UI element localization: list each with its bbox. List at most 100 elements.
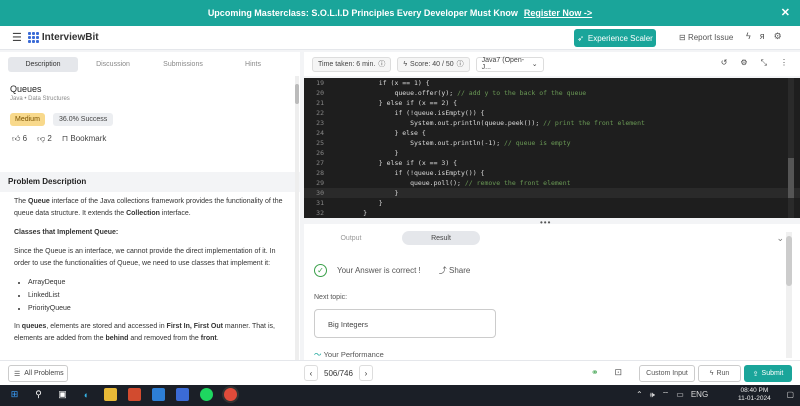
tab-hints[interactable]: Hints — [218, 57, 288, 72]
bottom-icons: ⚭ ⊡ — [591, 367, 622, 378]
dislike-button[interactable]: 👎︎ 2 — [37, 134, 52, 144]
description-scrollbar[interactable] — [295, 76, 299, 360]
performance-section: 〜 Your Performance — [314, 349, 384, 360]
edge-icon[interactable]: ◐ — [80, 388, 93, 401]
line-number: 28 — [316, 169, 324, 177]
wifi-icon[interactable]: ⌔ — [662, 390, 670, 400]
spotify-icon[interactable] — [200, 388, 213, 401]
taskbar-clock[interactable]: 08:40 PM 11-01-2024 — [738, 387, 771, 403]
performance-label: Your Performance — [323, 350, 384, 359]
register-now-link[interactable]: Register Now -> — [524, 8, 592, 18]
tab-description[interactable]: Description — [8, 56, 78, 72]
link-icon[interactable]: ⚭ — [591, 367, 599, 378]
app-icon[interactable] — [128, 388, 141, 401]
run-label: Run — [716, 370, 730, 377]
line-number: 25 — [316, 139, 324, 147]
brand-name: InterviewBit — [41, 32, 99, 43]
code-text: if (x == 1) { — [331, 79, 430, 87]
submit-button[interactable]: ⇪ Submit — [744, 365, 792, 382]
lightning-icon[interactable]: ϟ — [746, 31, 751, 42]
code-editor[interactable]: 19 if (x == 1) {20 queue.offer(y); // ad… — [304, 78, 800, 218]
settings-icon[interactable]: ⚙ — [774, 31, 782, 42]
editor-tool-icons: ↺ ⚙ ⤡ ⋮ — [721, 58, 788, 68]
file-explorer-icon[interactable] — [104, 388, 117, 401]
banner-close-icon[interactable]: ✕ — [781, 6, 790, 19]
tray-chevron-icon[interactable]: ⌃ — [636, 390, 643, 400]
language-indicator[interactable]: ENG — [691, 390, 708, 400]
result-scrollbar[interactable] — [786, 232, 792, 358]
code-comment: // queue is empty — [504, 139, 571, 147]
next-problem-button[interactable]: › — [358, 365, 373, 381]
problem-tags: Java • Data Structures — [10, 96, 70, 102]
code-text: } — [331, 209, 368, 217]
speaker-icon[interactable]: 🕪 — [650, 390, 655, 400]
battery-icon[interactable]: ▭ — [676, 390, 684, 400]
menu-icon[interactable]: ☰ — [12, 31, 22, 44]
code-line: 25 System.out.println(-1); // queue is e… — [304, 138, 800, 148]
code-text: } else { — [331, 129, 426, 137]
expand-icon[interactable]: ⤡ — [761, 58, 767, 68]
collapse-chevron-icon[interactable]: ⌄ — [776, 233, 784, 244]
share-button[interactable]: ⤴ Share — [439, 265, 471, 276]
tab-discussion[interactable]: Discussion — [78, 57, 148, 72]
code-line: 29 queue.poll(); // remove the front ele… — [304, 178, 800, 188]
code-text: System.out.println(queue.peek()); — [331, 119, 544, 127]
code-scrollbar[interactable] — [788, 78, 794, 218]
problem-index: 506/746 — [324, 368, 353, 378]
code-line: 22 if (!queue.isEmpty()) { — [304, 108, 800, 118]
top-navigation: ☰ InterviewBit ➶ Experience Scaler ⊟ Rep… — [0, 26, 800, 50]
notification-icon[interactable]: ▢ — [786, 390, 794, 399]
bolt-icon: ϟ — [403, 60, 408, 68]
code-line: 28 if (!queue.isEmpty()) { — [304, 168, 800, 178]
line-number: 22 — [316, 109, 324, 117]
time-taken: Time taken: 6 min. ⓘ — [312, 56, 392, 72]
next-topic-card[interactable]: Big Integers — [314, 309, 496, 338]
code-line: 19 if (x == 1) { — [304, 78, 800, 88]
implementing-classes-list: ArrayDeque LinkedList PriorityQueue — [28, 277, 284, 315]
info-icon[interactable]: ⓘ — [378, 59, 385, 69]
dislike-count: 2 — [47, 134, 52, 143]
user-icon[interactable]: ᴙ — [760, 31, 765, 42]
tab-submissions[interactable]: Submissions — [148, 57, 218, 72]
store-icon[interactable] — [152, 388, 165, 401]
code-line: 20 queue.offer(y); // add y to the back … — [304, 88, 800, 98]
line-number: 19 — [316, 79, 324, 87]
masterclass-banner: Upcoming Masterclass: S.O.L.I.D Principl… — [0, 0, 800, 26]
custom-input-button[interactable]: Custom Input — [639, 365, 695, 382]
result-message: Your Answer is correct ! — [337, 266, 421, 275]
mail-icon[interactable] — [176, 388, 189, 401]
line-number: 31 — [316, 199, 324, 207]
bookmark-button[interactable]: ⊓ Bookmark — [62, 134, 107, 144]
problem-panel: Queues Java • Data Structures Medium 36.… — [0, 76, 300, 360]
report-issue-button[interactable]: ⊟ Report Issue — [679, 33, 733, 42]
like-button[interactable]: 👍︎ 6 — [12, 134, 27, 144]
previous-problem-button[interactable]: ‹ — [304, 365, 318, 381]
run-button[interactable]: ϟ Run — [698, 365, 741, 382]
taskbar: ⊞ ⚲ ▣ ◐ ⌃ 🕪 ⌔ ▭ ENG 08:40 PM 11-01-2024 … — [0, 385, 800, 406]
all-problems-button[interactable]: ☰ All Problems — [8, 365, 68, 382]
score-info-icon[interactable]: ⓘ — [457, 59, 464, 69]
language-value: Java7 (Open-J... — [481, 57, 525, 71]
brand-logo[interactable]: InterviewBit — [27, 32, 99, 43]
experience-scaler-button[interactable]: ➶ Experience Scaler — [574, 29, 656, 47]
more-icon[interactable]: ⋮ — [780, 58, 788, 68]
line-number: 29 — [316, 179, 324, 187]
code-comment: // remove the front element — [464, 179, 571, 187]
windows-start-icon[interactable]: ⊞ — [8, 388, 21, 401]
search-icon[interactable]: ⚲ — [32, 388, 45, 401]
tab-output[interactable]: Output — [312, 231, 390, 245]
language-select[interactable]: Java7 (Open-J... ⌄ — [475, 56, 544, 72]
code-comment: // print the front element — [543, 119, 645, 127]
reset-icon[interactable]: ↺ — [721, 58, 728, 68]
line-number: 21 — [316, 99, 324, 107]
tab-result[interactable]: Result — [402, 231, 480, 245]
chrome-icon[interactable] — [224, 388, 237, 401]
score-text: Score: 40 / 50 — [410, 60, 454, 68]
editor-settings-icon[interactable]: ⚙ — [740, 58, 747, 68]
console-icon[interactable]: ⊡ — [615, 367, 623, 378]
list-item: LinkedList — [28, 290, 284, 302]
clock-time: 08:40 PM — [740, 387, 769, 394]
system-tray: ⌃ 🕪 ⌔ ▭ ENG — [636, 390, 708, 400]
task-view-icon[interactable]: ▣ — [56, 388, 69, 401]
report-issue-label: Report Issue — [687, 33, 734, 42]
